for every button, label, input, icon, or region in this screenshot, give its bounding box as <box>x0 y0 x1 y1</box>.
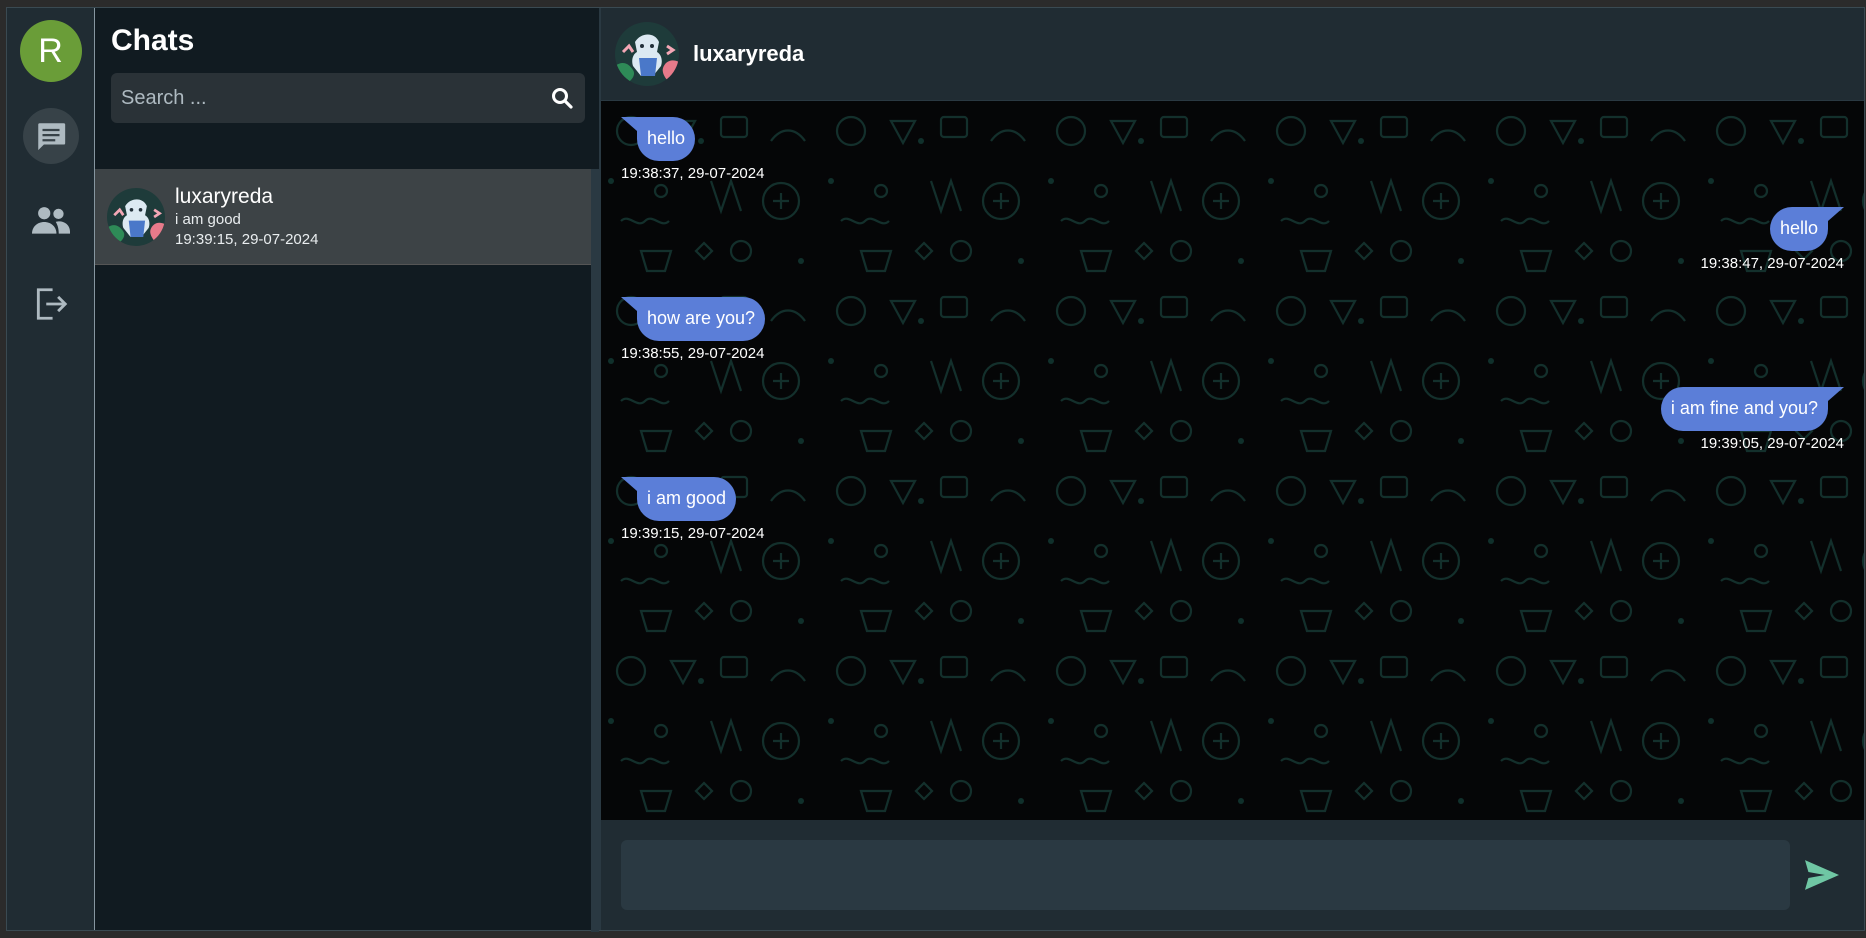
chat-list-item[interactable]: luxaryreda i am good 19:39:15, 29-07-202… <box>95 169 591 265</box>
message-item: hello 19:38:47, 29-07-2024 <box>1700 207 1845 272</box>
nav-chats-button[interactable] <box>22 108 79 164</box>
send-icon <box>1805 860 1839 890</box>
message-timestamp: 19:39:15, 29-07-2024 <box>621 525 765 542</box>
message-item: i am fine and you? 19:39:05, 29-07-2024 <box>1660 387 1845 452</box>
conversation-avatar[interactable] <box>615 22 679 86</box>
message-item: hello 19:38:37, 29-07-2024 <box>620 117 765 182</box>
chat-list-item-meta: luxaryreda i am good 19:39:15, 29-07-202… <box>175 184 318 249</box>
send-button[interactable] <box>1798 851 1846 899</box>
app-window: R Chats Search ... luxaryreda i am good … <box>6 7 1865 932</box>
chat-list-scrollbar[interactable] <box>591 169 599 932</box>
chat-list-item-time: 19:39:15, 29-07-2024 <box>175 231 319 249</box>
users-icon <box>31 207 70 234</box>
message-area[interactable]: hello 19:38:37, 29-07-2024 hello 19:38:4… <box>601 101 1864 820</box>
message-input[interactable] <box>621 840 1790 910</box>
logout-icon <box>36 288 67 320</box>
chat-list-item-name: luxaryreda <box>175 184 274 208</box>
message-bubble[interactable]: hello <box>620 117 696 161</box>
conversation-header: luxaryreda <box>601 8 1864 101</box>
chat-list-item-last-message: i am good <box>175 211 241 229</box>
message-item: i am good 19:39:15, 29-07-2024 <box>620 477 765 542</box>
nav-logout-button[interactable] <box>23 276 79 332</box>
message-bubble[interactable]: i am fine and you? <box>1660 387 1845 431</box>
nav-rail: R <box>7 8 95 930</box>
doodle-wallpaper <box>601 101 1864 820</box>
chat-list-panel: Chats Search ... luxaryreda i am good 19… <box>95 8 601 932</box>
conversation-panel: luxaryreda hello 19:38:37, 29-07-2024 he… <box>601 8 1864 930</box>
message-timestamp: 19:38:47, 29-07-2024 <box>1700 255 1844 272</box>
search-box <box>111 73 585 123</box>
search-icon[interactable] <box>539 86 585 110</box>
profile-avatar-letter: R <box>38 31 63 70</box>
message-bubble[interactable]: how are you? <box>620 297 766 341</box>
nav-contacts-button[interactable] <box>23 192 79 248</box>
conversation-contact-name: luxaryreda <box>693 41 805 66</box>
message-bubble[interactable]: hello <box>1769 207 1845 251</box>
message-item: how are you? 19:38:55, 29-07-2024 <box>620 297 766 362</box>
search-input[interactable] <box>111 73 539 123</box>
message-timestamp: 19:38:55, 29-07-2024 <box>621 345 765 362</box>
profile-avatar[interactable]: R <box>19 20 82 82</box>
message-timestamp: 19:38:37, 29-07-2024 <box>621 165 765 182</box>
message-bubble[interactable]: i am good <box>620 477 737 521</box>
message-composer <box>601 820 1864 930</box>
chat-icon <box>37 123 65 151</box>
chats-title: Chats <box>111 24 195 57</box>
contact-avatar <box>107 187 165 246</box>
message-timestamp: 19:39:05, 29-07-2024 <box>1700 435 1844 452</box>
